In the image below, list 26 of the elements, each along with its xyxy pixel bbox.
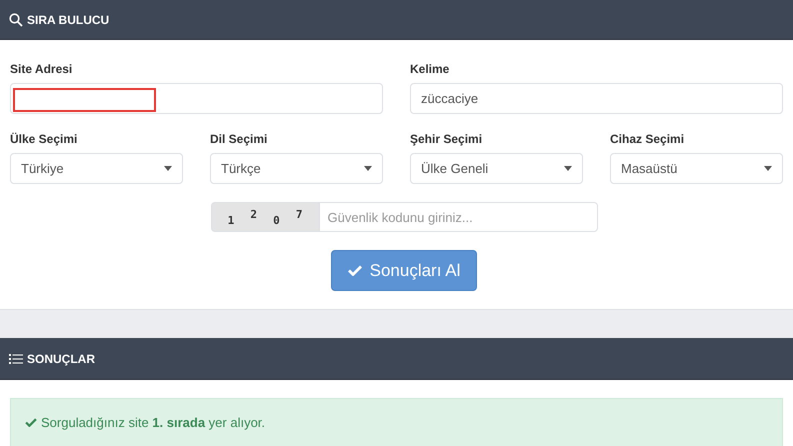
input-field[interactable]: züccaciye (410, 83, 783, 114)
search-icon (9, 12, 23, 26)
select-field[interactable]: Türkiye (10, 153, 183, 184)
caret-icon (164, 166, 172, 171)
select-field[interactable]: Türkçe (210, 153, 383, 184)
list-icon (9, 354, 23, 364)
select-field[interactable]: Masaüstü (610, 153, 783, 184)
select-field[interactable]: Ülke Geneli (410, 153, 583, 184)
field-label: Ülke Seçimi (10, 131, 78, 148)
check-icon (348, 265, 362, 276)
field-label: Kelime (410, 61, 450, 78)
alert-message: Sorguladığınız site 1. sırada yer alıyor. (41, 414, 266, 432)
input-field[interactable] (10, 83, 383, 114)
field-label: Dil Seçimi (210, 131, 268, 148)
panel-title: SONUÇLAR (27, 350, 95, 368)
caret-icon (764, 166, 772, 171)
panel-title: SIRA BULUCU (27, 12, 110, 28)
field-label: Cihaz Seçimi (610, 131, 686, 148)
caret-icon (564, 166, 572, 171)
field-value: züccaciye (421, 90, 478, 108)
captcha-field[interactable]: Güvenlik kodunu giriniz... (318, 202, 598, 232)
field-label: Şehir Seçimi (410, 131, 484, 148)
caret-icon (364, 166, 372, 171)
captcha-image: 1 2 0 7 (210, 202, 318, 232)
check-icon (25, 418, 37, 427)
field-label: Site Adresi (10, 61, 74, 78)
